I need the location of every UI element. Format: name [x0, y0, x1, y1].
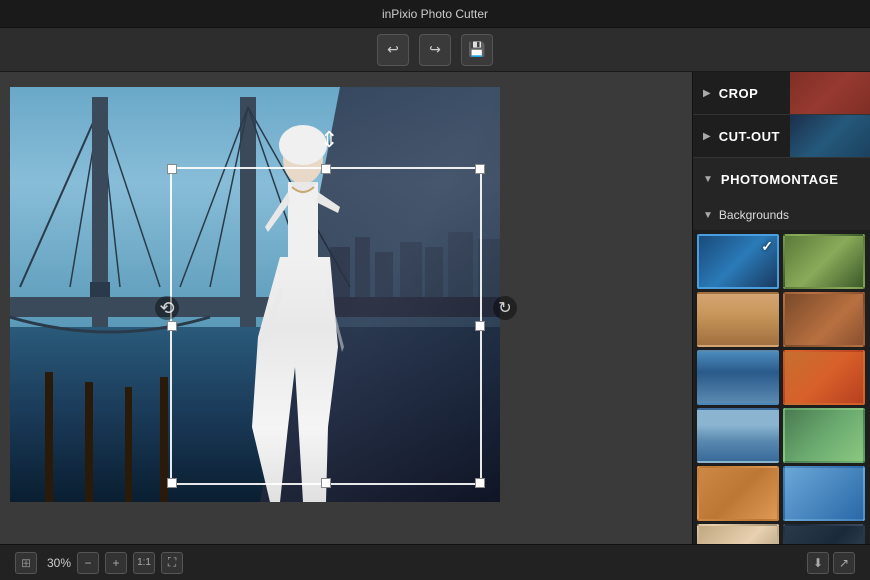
photomontage-chevron-icon: ▼ — [703, 174, 713, 185]
background-thumb-6[interactable] — [697, 408, 779, 463]
background-thumb-3[interactable] — [783, 292, 865, 347]
bottom-bar: ⊞ 30% − + 1:1 ⛶ ⬇ ↗ — [0, 544, 870, 580]
save-toolbar-button[interactable]: 💾 — [461, 34, 493, 66]
background-thumb-7[interactable] — [783, 408, 865, 463]
background-thumb-1[interactable] — [783, 234, 865, 289]
export-button[interactable]: ⬇ — [807, 552, 829, 574]
redo-icon: ↪ — [429, 41, 441, 58]
cutout-section: ▶ CUT-OUT — [693, 115, 870, 158]
cutout-chevron-icon: ▶ — [703, 131, 711, 142]
bottom-right-buttons: ⬇ ↗ — [807, 552, 855, 574]
zoom-fullscreen-button[interactable]: ⛶ — [161, 552, 183, 574]
background-thumb-2[interactable] — [697, 292, 779, 347]
zoom-level-label: 30% — [47, 556, 71, 570]
crop-section: ▶ CROP — [693, 72, 870, 115]
cutout-thumbnail — [790, 115, 870, 157]
grid-icon: ⊞ — [21, 556, 31, 570]
background-thumb-5[interactable] — [783, 350, 865, 405]
right-panel: ▶ CROP ▶ CUT-OUT ▼ PHOTOMONTAGE ▼ Backgr… — [692, 72, 870, 544]
zoom-fullscreen-icon: ⛶ — [168, 555, 176, 570]
cutout-label: CUT-OUT — [719, 129, 780, 144]
cutout-section-header[interactable]: ▶ CUT-OUT — [693, 115, 870, 157]
backgrounds-label: Backgrounds — [719, 208, 789, 222]
canvas-image — [10, 87, 500, 502]
backgrounds-chevron-icon: ▼ — [703, 210, 713, 221]
background-thumb-0[interactable] — [697, 234, 779, 289]
backgrounds-grid — [693, 230, 870, 544]
zoom-fit-icon: 1:1 — [137, 557, 151, 568]
zoom-in-icon: + — [113, 556, 120, 570]
app-title: inPixio Photo Cutter — [382, 7, 488, 21]
transform-left-icon[interactable]: ⟲ — [155, 296, 179, 320]
canvas-area[interactable]: ⇕ ⟲ ↻ — [0, 72, 692, 544]
zoom-in-button[interactable]: + — [105, 552, 127, 574]
transform-right-icon[interactable]: ↻ — [493, 296, 517, 320]
background-thumb-9[interactable] — [783, 466, 865, 521]
redo-button[interactable]: ↪ — [419, 34, 451, 66]
crop-section-header[interactable]: ▶ CROP — [693, 72, 870, 114]
save-icon: 💾 — [468, 41, 485, 58]
main-content: ⇕ ⟲ ↻ ▶ CROP ▶ CUT-OUT ▼ PHOTOM — [0, 72, 870, 544]
share-button[interactable]: ↗ — [833, 552, 855, 574]
photomontage-section: ▼ PHOTOMONTAGE ▼ Backgrounds — [693, 158, 870, 544]
rotate-icon[interactable]: ⇕ — [320, 127, 338, 153]
undo-icon: ↩ — [387, 41, 399, 58]
undo-button[interactable]: ↩ — [377, 34, 409, 66]
background-thumb-4[interactable] — [697, 350, 779, 405]
background-thumb-11[interactable] — [783, 524, 865, 544]
export-icon: ⬇ — [813, 556, 823, 570]
title-bar: inPixio Photo Cutter — [0, 0, 870, 28]
photomontage-section-header[interactable]: ▼ PHOTOMONTAGE — [693, 158, 870, 200]
crop-thumbnail — [790, 72, 870, 114]
photomontage-label: PHOTOMONTAGE — [721, 172, 838, 187]
zoom-out-button[interactable]: − — [77, 552, 99, 574]
share-icon: ↗ — [839, 556, 849, 570]
background-thumb-8[interactable] — [697, 466, 779, 521]
crop-chevron-icon: ▶ — [703, 88, 711, 99]
zoom-out-icon: − — [85, 556, 92, 570]
zoom-fit-button[interactable]: 1:1 — [133, 552, 155, 574]
backgrounds-subsection-header[interactable]: ▼ Backgrounds — [693, 200, 870, 230]
crop-label: CROP — [719, 86, 759, 101]
grid-toggle-button[interactable]: ⊞ — [15, 552, 37, 574]
bridge-scene-svg — [10, 87, 500, 502]
background-thumb-10[interactable] — [697, 524, 779, 544]
zoom-controls: ⊞ 30% − + 1:1 ⛶ — [15, 552, 183, 574]
toolbar: ↩ ↪ 💾 — [0, 28, 870, 72]
